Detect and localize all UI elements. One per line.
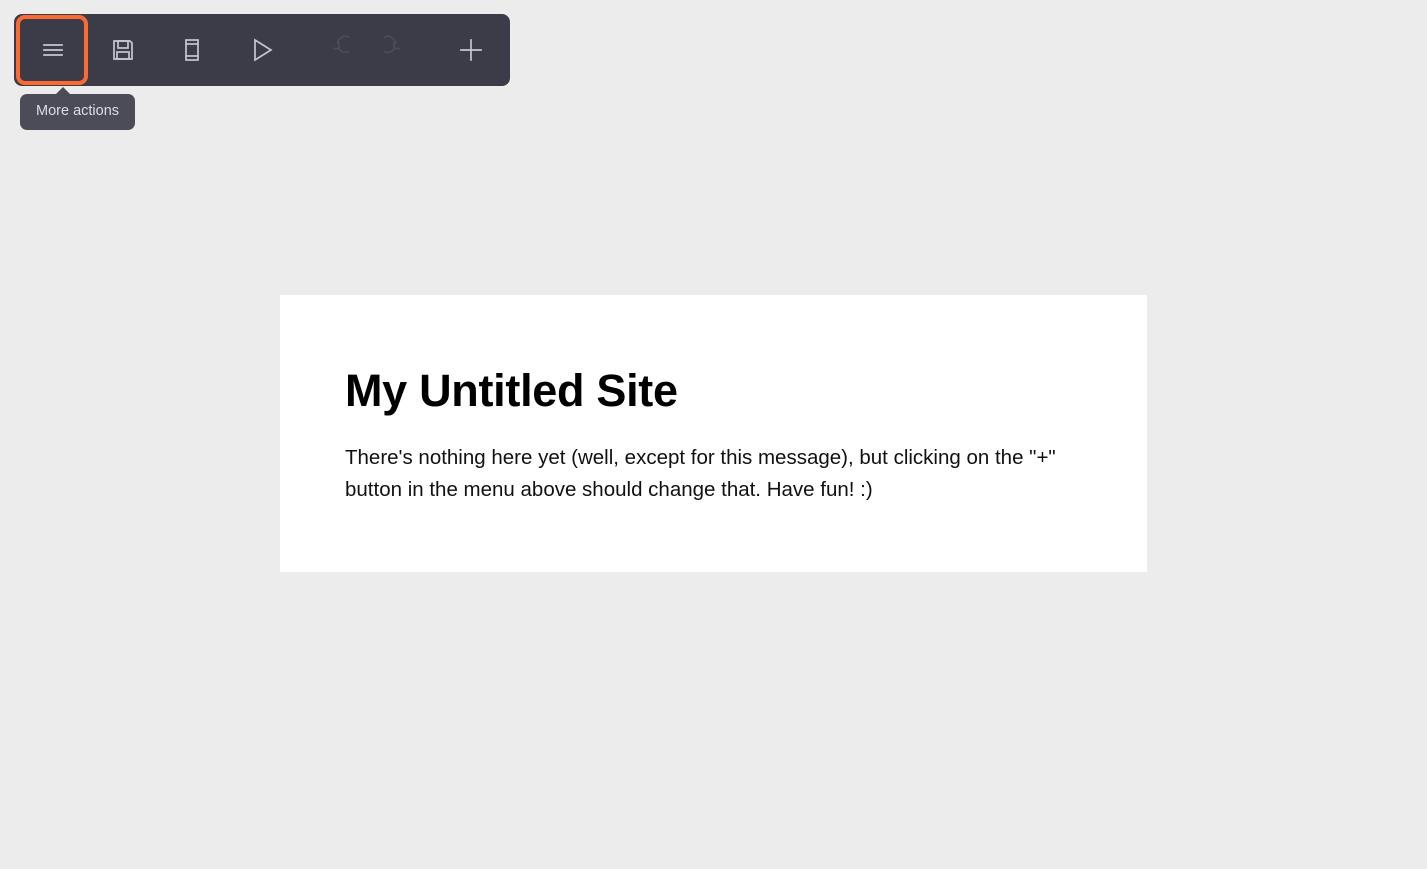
mobile-device-icon <box>175 33 209 67</box>
page-title[interactable]: My Untitled Site <box>345 368 678 413</box>
site-preview-canvas[interactable]: My Untitled Site There's nothing here ye… <box>280 295 1147 572</box>
undo-arrow-icon <box>384 33 418 67</box>
device-preview-button[interactable] <box>157 18 227 82</box>
page-body-text[interactable]: There's nothing here yet (well, except f… <box>345 442 1075 506</box>
preview-button[interactable] <box>227 18 297 82</box>
save-button[interactable] <box>88 18 158 82</box>
plus-icon <box>454 33 488 67</box>
redo-arrow-icon <box>315 33 349 67</box>
add-block-button[interactable] <box>436 18 506 82</box>
floppy-disk-save-icon <box>106 33 140 67</box>
hamburger-menu-icon <box>36 33 70 67</box>
more-actions-button[interactable] <box>18 18 88 82</box>
tooltip-more-actions: More actions <box>20 87 136 130</box>
undo-button[interactable] <box>367 18 437 82</box>
editor-toolbar <box>14 14 510 86</box>
redo-button[interactable] <box>297 18 367 82</box>
tooltip-label: More actions <box>36 103 120 119</box>
play-triangle-icon <box>245 33 279 67</box>
